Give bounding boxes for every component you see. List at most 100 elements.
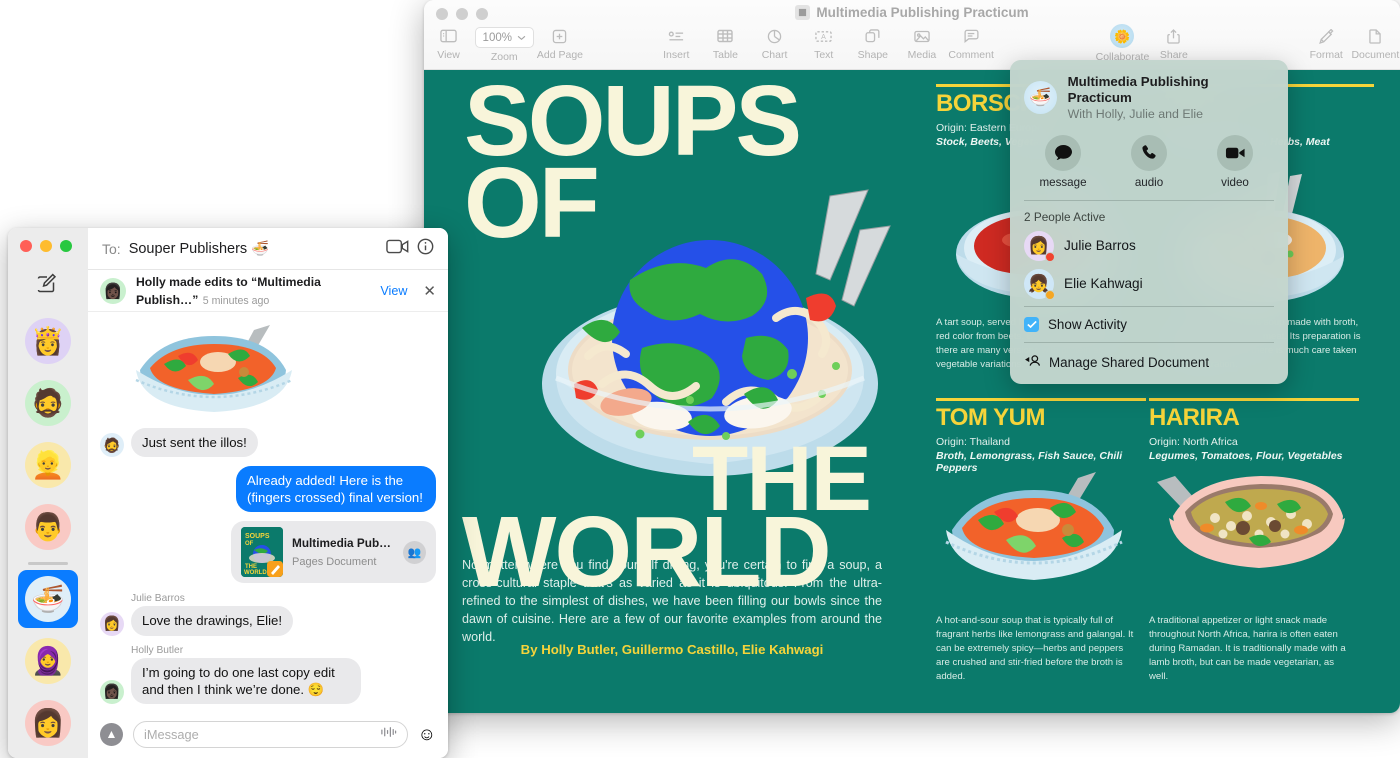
soup-name: TOM YUM <box>936 406 1146 430</box>
soup-bowl-document-icon: 🍜 <box>1024 81 1057 114</box>
attachment-text: Multimedia Pub… Pages Document <box>292 534 394 570</box>
show-activity-toggle[interactable]: Show Activity <box>1010 310 1288 339</box>
messages-apps-icon[interactable]: ▲ <box>100 723 123 746</box>
messages-traffic-lights[interactable] <box>20 240 72 252</box>
document-edit-banner[interactable]: 👩🏿 Holly made edits to “Multimedia Publi… <box>88 270 448 312</box>
toolbar-zoom-label: Zoom <box>491 51 518 63</box>
document-byline: By Holly Butler, Guillermo Castillo, Eli… <box>462 642 882 657</box>
popover-actions: message audio video <box>1010 129 1288 197</box>
details-info-icon[interactable] <box>417 238 434 260</box>
zoom-select[interactable]: 100% <box>475 27 534 48</box>
toolbar-zoom-control[interactable]: 100% Zoom <box>473 24 535 63</box>
avatar: 🍜 <box>25 576 71 622</box>
document-thumbnail: SOUPS OF THE WORLD <box>241 527 283 577</box>
popover-active-count: 2 People Active <box>1010 204 1288 227</box>
messages-zoom-button[interactable] <box>60 240 72 252</box>
attachment-kind: Pages Document <box>292 556 376 568</box>
toolbar-chart-label: Chart <box>762 49 788 61</box>
sender-name: Holly Butler <box>131 645 436 656</box>
messages-window: 👸 🧔 👱 👨 🍜 🧕 👩 To: Souper Publishers 🍜 <box>8 228 448 758</box>
pages-document-attachment[interactable]: SOUPS OF THE WORLD Multimedia Pub… <box>231 521 436 583</box>
soup-name: HARIRA <box>1149 406 1359 430</box>
search-input[interactable]: iMessage <box>133 721 408 748</box>
message-bubble[interactable]: Already added! Here is the (fingers cros… <box>236 466 436 512</box>
message-bubble[interactable]: I’m going to do one last copy edit and t… <box>131 658 361 704</box>
video-camera-icon <box>1217 135 1253 171</box>
message-row-outgoing: Already added! Here is the (fingers cros… <box>100 466 436 512</box>
toolbar-insert-label: Insert <box>663 49 689 61</box>
message-bubble[interactable]: Love the drawings, Elie! <box>131 606 293 635</box>
popover-divider <box>1024 342 1274 343</box>
pages-window-title: Multimedia Publishing Practicum <box>424 5 1400 20</box>
toolbar-add-page-button[interactable]: Add Page <box>535 24 584 61</box>
toolbar-comment-button[interactable]: Comment <box>947 24 996 61</box>
toolbar-table-button[interactable]: Table <box>701 24 750 61</box>
status-dot <box>1045 252 1055 262</box>
emoji-picker-icon[interactable]: ☺ <box>418 725 436 743</box>
insert-icon <box>668 26 685 46</box>
checkbox-checked-icon <box>1024 317 1039 332</box>
popover-divider <box>1024 200 1274 201</box>
toolbar-collaborate-button[interactable]: 🌼 Collaborate <box>1096 24 1150 63</box>
audio-waveform-icon[interactable] <box>380 725 397 743</box>
table-icon <box>717 26 733 46</box>
conversation-item-4[interactable]: 👨 <box>8 496 88 558</box>
popover-video-button[interactable]: video <box>1192 135 1278 189</box>
popover-person-julie[interactable]: 👩 Julie Barros <box>1010 227 1288 265</box>
avatar: 🧔 <box>100 433 124 457</box>
toolbar-shape-label: Shape <box>858 49 888 61</box>
tom-yum-illustration-attachment[interactable] <box>128 322 300 417</box>
soup-origin: Origin: North Africa <box>1149 436 1359 448</box>
toolbar-media-button[interactable]: Media <box>897 24 946 61</box>
messages-main: To: Souper Publishers 🍜 👩🏿 Holly made ed… <box>88 228 448 758</box>
conversation-item-3[interactable]: 👱 <box>8 434 88 496</box>
messages-sidebar: 👸 🧔 👱 👨 🍜 🧕 👩 <box>8 228 88 758</box>
message-thread[interactable]: 🧔 Just sent the illos! Already added! He… <box>88 312 448 710</box>
avatar: 🧕 <box>25 638 71 684</box>
media-icon <box>914 26 930 46</box>
message-bubble[interactable]: Just sent the illos! <box>131 428 258 457</box>
svg-text:WORLD: WORLD <box>244 570 267 576</box>
toolbar-text-label: Text <box>814 49 833 61</box>
recipient-name[interactable]: Souper Publishers 🍜 <box>129 240 270 257</box>
comment-icon <box>964 26 979 46</box>
messages-close-button[interactable] <box>20 240 32 252</box>
compose-new-message-icon[interactable] <box>36 272 60 296</box>
format-brush-icon <box>1319 26 1334 46</box>
conversation-item-souper-publishers[interactable]: 🍜 <box>8 568 88 630</box>
toolbar-shape-button[interactable]: Shape <box>848 24 897 61</box>
avatar: 👩 <box>1024 231 1054 261</box>
conversation-item-7[interactable]: 👩 <box>8 692 88 754</box>
popover-video-label: video <box>1221 176 1249 189</box>
conversation-list: 👸 🧔 👱 👨 🍜 🧕 👩 <box>8 310 88 754</box>
popover-person-elie[interactable]: 👧 Elie Kahwagi <box>1010 265 1288 303</box>
message-row-incoming: 🧔 Just sent the illos! <box>100 428 436 457</box>
avatar: 👩🏿 <box>100 278 126 304</box>
soup-description: A hot-and-sour soup that is typically fu… <box>936 614 1136 684</box>
toolbar-chart-button[interactable]: Chart <box>750 24 799 61</box>
toolbar-document-button[interactable]: Document <box>1351 24 1400 61</box>
popover-message-button[interactable]: message <box>1020 135 1106 189</box>
popover-header: 🍜 Multimedia Publishing Practicum With H… <box>1010 60 1288 129</box>
toolbar-format-button[interactable]: Format <box>1302 24 1351 61</box>
toolbar-share-button[interactable]: Share <box>1149 24 1198 61</box>
conversation-item-1[interactable]: 👸 <box>8 310 88 372</box>
manage-shared-document-button[interactable]: Manage Shared Document <box>1010 346 1288 384</box>
banner-timestamp: 5 minutes ago <box>203 295 270 307</box>
popover-audio-button[interactable]: audio <box>1106 135 1192 189</box>
avatar: 👨 <box>25 504 71 550</box>
phone-icon <box>1131 135 1167 171</box>
toolbar-text-button[interactable]: A Text <box>799 24 848 61</box>
conversation-item-6[interactable]: 🧕 <box>8 630 88 692</box>
conversation-item-2[interactable]: 🧔 <box>8 372 88 434</box>
facetime-video-icon[interactable] <box>386 239 409 259</box>
dismiss-banner-icon[interactable]: ✕ <box>417 282 436 300</box>
title-line-1: SOUPS <box>464 80 894 162</box>
messages-minimize-button[interactable] <box>40 240 52 252</box>
toolbar-insert-button[interactable]: Insert <box>652 24 701 61</box>
popover-audio-label: audio <box>1135 176 1163 189</box>
manage-shared-document-icon <box>1024 354 1041 372</box>
toolbar-view-button[interactable]: View <box>424 24 473 61</box>
toolbar-format-label: Format <box>1310 49 1343 61</box>
banner-view-button[interactable]: View <box>380 284 407 298</box>
